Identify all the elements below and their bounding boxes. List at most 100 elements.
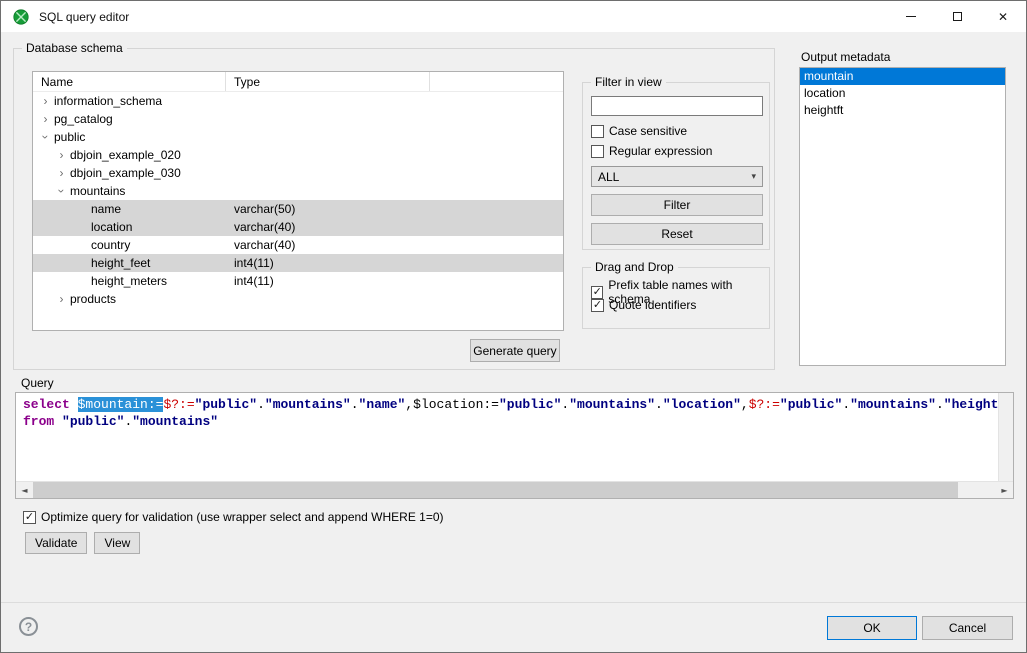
maximize-icon — [953, 12, 962, 21]
tree-row-label: information_schema — [54, 94, 162, 108]
tree-row-label: location — [91, 220, 132, 234]
ok-button[interactable]: OK — [827, 616, 917, 640]
sql-text: $location:= — [413, 397, 499, 412]
maximize-button[interactable] — [934, 1, 980, 32]
view-button[interactable]: View — [94, 532, 140, 554]
list-item[interactable]: heightft — [800, 102, 1005, 119]
cancel-button[interactable]: Cancel — [922, 616, 1013, 640]
tree-row[interactable]: › mountains — [33, 182, 563, 200]
close-icon: ✕ — [998, 10, 1008, 24]
chevron-right-icon[interactable]: › — [55, 148, 68, 162]
reset-button[interactable]: Reset — [591, 223, 763, 245]
app-logo-icon — [13, 9, 29, 25]
sql-keyword: from — [23, 414, 62, 429]
minimize-button[interactable] — [888, 1, 934, 32]
filter-in-view-label: Filter in view — [591, 75, 666, 89]
quote-identifiers-checkbox[interactable]: ✓ Quote identifiers — [591, 298, 696, 312]
title-bar: SQL query editor ✕ — [1, 1, 1026, 32]
validate-button[interactable]: Validate — [25, 532, 87, 554]
tree-row-type: varchar(40) — [234, 238, 295, 252]
tree-row-label: name — [91, 202, 121, 216]
tree-header[interactable]: Name Type — [33, 72, 563, 92]
tree-row[interactable]: height_feet int4(11) — [33, 254, 563, 272]
chevron-down-icon[interactable]: › — [39, 131, 53, 144]
case-sensitive-checkbox[interactable]: Case sensitive — [591, 124, 687, 138]
database-schema-group: Database schema Name Type › information_… — [13, 48, 775, 370]
column-header-type[interactable]: Type — [234, 75, 260, 89]
tree-row[interactable]: › information_schema — [33, 92, 563, 110]
output-metadata-list[interactable]: mountain location heightft — [799, 67, 1006, 366]
filter-scope-dropdown[interactable]: ALL ▾ — [591, 166, 763, 187]
sql-text: . — [257, 397, 265, 412]
tree-row[interactable]: › public — [33, 128, 563, 146]
scroll-right-icon[interactable]: ► — [996, 482, 1013, 499]
filter-input[interactable] — [591, 96, 763, 116]
sql-identifier: "mountains" — [850, 397, 936, 412]
query-line: select $mountain:=$?:="public"."mountain… — [23, 396, 1013, 413]
tree-row[interactable]: country varchar(40) — [33, 236, 563, 254]
sql-identifier: "public" — [62, 414, 124, 429]
generate-query-button[interactable]: Generate query — [470, 339, 560, 362]
chevron-down-icon: ▾ — [751, 171, 756, 182]
query-text[interactable]: select $mountain:=$?:="public"."mountain… — [16, 393, 1013, 481]
tree-row-label: height_feet — [91, 256, 150, 270]
footer-divider — [1, 602, 1026, 603]
help-icon: ? — [25, 620, 32, 634]
chevron-right-icon[interactable]: › — [55, 166, 68, 180]
chevron-right-icon[interactable]: › — [39, 112, 52, 126]
sql-selected-token: $mountain:= — [78, 397, 164, 412]
checkbox-checked-icon: ✓ — [23, 511, 36, 524]
list-item[interactable]: location — [800, 85, 1005, 102]
tree-row-type: varchar(50) — [234, 202, 295, 216]
close-button[interactable]: ✕ — [980, 1, 1026, 32]
checkbox-checked-icon: ✓ — [591, 286, 603, 299]
sql-text: , — [405, 397, 413, 412]
column-divider[interactable] — [225, 72, 226, 91]
scroll-left-icon[interactable]: ◄ — [16, 482, 33, 499]
chevron-down-icon[interactable]: › — [55, 185, 69, 198]
tree-row-type: varchar(40) — [234, 220, 295, 234]
tree-row[interactable]: › products — [33, 290, 563, 308]
sql-text: . — [842, 397, 850, 412]
sql-query-editor-dialog: SQL query editor ✕ Database schema Name … — [0, 0, 1027, 653]
schema-tree[interactable]: Name Type › information_schema › pg_cata… — [32, 71, 564, 331]
optimize-query-label: Optimize query for validation (use wrapp… — [41, 510, 444, 524]
query-editor[interactable]: select $mountain:=$?:="public"."mountain… — [15, 392, 1014, 499]
query-label: Query — [21, 376, 54, 390]
tree-row-label: mountains — [70, 184, 125, 198]
tree-row[interactable]: location varchar(40) — [33, 218, 563, 236]
sql-identifier: "name" — [359, 397, 406, 412]
tree-row-label: country — [91, 238, 130, 252]
tree-row-label: pg_catalog — [54, 112, 113, 126]
chevron-right-icon[interactable]: › — [55, 292, 68, 306]
scrollbar-thumb[interactable] — [33, 482, 958, 498]
filter-button[interactable]: Filter — [591, 194, 763, 216]
tree-row[interactable]: height_meters int4(11) — [33, 272, 563, 290]
filter-in-view-group: Filter in view Case sensitive Regular ex… — [582, 82, 770, 250]
drag-and-drop-group: Drag and Drop ✓ Prefix table names with … — [582, 267, 770, 329]
help-button[interactable]: ? — [19, 617, 38, 636]
regular-expression-checkbox[interactable]: Regular expression — [591, 144, 712, 158]
sql-identifier: "location" — [663, 397, 741, 412]
tree-row-label: products — [70, 292, 116, 306]
tree-row[interactable]: › pg_catalog — [33, 110, 563, 128]
tree-row-type: int4(11) — [234, 256, 274, 270]
case-sensitive-label: Case sensitive — [609, 124, 687, 138]
sql-identifier: "mountains" — [569, 397, 655, 412]
query-line: from "public"."mountains" — [23, 413, 1013, 430]
drag-and-drop-label: Drag and Drop — [591, 260, 678, 274]
tree-row[interactable]: › dbjoin_example_020 — [33, 146, 563, 164]
chevron-right-icon[interactable]: › — [39, 94, 52, 108]
window-title: SQL query editor — [39, 10, 129, 24]
vertical-scrollbar[interactable] — [998, 393, 1013, 481]
list-item[interactable]: mountain — [800, 68, 1005, 85]
column-header-name[interactable]: Name — [41, 75, 73, 89]
tree-row[interactable]: name varchar(50) — [33, 200, 563, 218]
tree-row[interactable]: › dbjoin_example_030 — [33, 164, 563, 182]
column-divider[interactable] — [429, 72, 430, 91]
optimize-query-checkbox[interactable]: ✓ Optimize query for validation (use wra… — [23, 510, 444, 524]
horizontal-scrollbar[interactable]: ◄ ► — [16, 481, 1013, 498]
minimize-icon — [906, 16, 916, 17]
sql-identifier: "public" — [195, 397, 257, 412]
sql-parameter: $?:= — [163, 397, 194, 412]
